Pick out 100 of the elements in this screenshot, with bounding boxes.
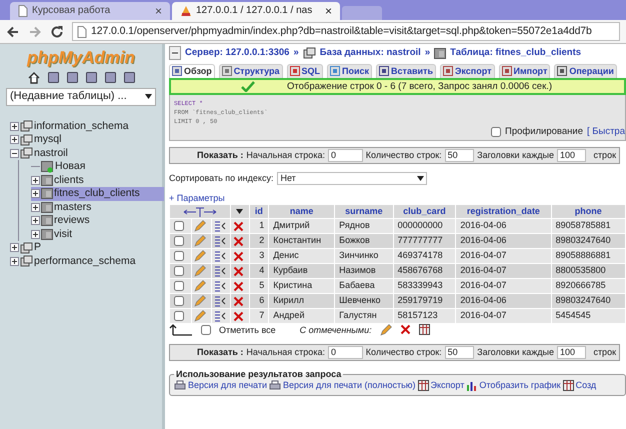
insert-row-icon[interactable] (214, 264, 226, 277)
show-button[interactable]: Показать : (197, 150, 244, 162)
tab[interactable]: Обзор (169, 64, 215, 78)
result-link[interactable]: Версия для печати (188, 380, 268, 391)
number-field[interactable]: 0 (328, 346, 363, 359)
tree-item[interactable]: visit (31, 228, 162, 242)
delete-icon[interactable] (233, 296, 244, 307)
tree-item[interactable]: mysql (10, 133, 162, 147)
quick-edit-link[interactable]: [ Быстра (586, 126, 625, 138)
tree-item[interactable]: Новая (31, 160, 162, 174)
delete-icon[interactable] (233, 236, 244, 247)
tab[interactable]: SQL (286, 64, 324, 78)
number-field[interactable]: 100 (556, 149, 586, 162)
caret-icon[interactable] (145, 94, 152, 100)
expand-icon[interactable] (10, 135, 19, 144)
insert-row-icon[interactable] (214, 220, 226, 232)
result-link[interactable]: Отобразить график (479, 380, 561, 391)
close-button[interactable]: × (324, 4, 332, 18)
delete-icon[interactable] (233, 280, 244, 292)
table-cell-text: 458676768 (396, 264, 444, 278)
tree-item[interactable]: reviews (31, 214, 162, 228)
expand-icon[interactable] (31, 176, 40, 185)
column-header[interactable]: registration_date (456, 204, 551, 218)
result-link[interactable]: Созд (576, 380, 596, 391)
number-field[interactable]: 50 (444, 149, 474, 162)
tree-item[interactable]: masters (31, 200, 162, 214)
row-checkbox[interactable] (174, 296, 184, 306)
expand-icon[interactable] (10, 122, 19, 131)
breadcrumb-link[interactable]: Таблица: fitnes_club_clients (450, 47, 582, 59)
show-button[interactable]: Показать : (197, 347, 244, 358)
sort-select[interactable]: Нет (277, 172, 428, 186)
collapse-icon[interactable] (10, 148, 19, 158)
browser-tab[interactable]: 127.0.0.1 / 127.0.0.1 / nas × (172, 2, 340, 20)
insert-row-icon[interactable] (214, 280, 226, 292)
tab[interactable]: Поиск (327, 64, 372, 78)
tree-item[interactable]: P (10, 241, 162, 255)
tab[interactable]: Операции (554, 64, 617, 78)
result-link[interactable]: Версия для печати (полностью) (283, 380, 416, 391)
expand-icon[interactable] (31, 230, 40, 239)
row-checkbox[interactable] (174, 266, 184, 276)
expand-icon[interactable] (31, 189, 40, 198)
insert-row-icon[interactable] (214, 234, 226, 247)
row-checkbox[interactable] (174, 281, 184, 292)
column-header[interactable]: phone (552, 204, 625, 218)
column-header[interactable]: name (269, 204, 334, 218)
tab[interactable]: Структура (218, 64, 283, 78)
tree-item[interactable]: nastroil (10, 146, 162, 160)
bar-chart-icon[interactable] (466, 380, 478, 391)
row-checkbox[interactable] (174, 236, 184, 246)
column-header[interactable]: club_card (394, 204, 456, 218)
tree-item[interactable]: information_schema (10, 120, 162, 134)
insert-row-icon[interactable] (214, 310, 226, 322)
caret-icon[interactable] (417, 176, 424, 182)
result-link[interactable]: Экспорт (430, 380, 464, 391)
tree-item[interactable]: performance_schema (10, 254, 162, 268)
column-resize-header[interactable] (170, 204, 230, 218)
back-icon[interactable] (6, 24, 20, 38)
delete-icon[interactable] (233, 220, 244, 232)
insert-row-icon[interactable] (214, 250, 226, 262)
column-arrows-icon[interactable] (183, 206, 218, 217)
close-button[interactable]: × (154, 4, 162, 18)
recent-tables-select[interactable]: (Недавние таблицы) ... (6, 88, 156, 106)
options-link[interactable]: + Параметры (169, 193, 225, 204)
delete-icon[interactable] (400, 324, 411, 336)
number-field[interactable]: 100 (556, 346, 586, 359)
sort-label: Сортировать по индексу: (169, 173, 274, 184)
number-field[interactable]: 0 (328, 149, 363, 162)
profiling-checkbox[interactable] (490, 126, 501, 137)
column-header[interactable]: id (250, 204, 268, 218)
collapse-sidebar-icon[interactable] (169, 46, 181, 60)
row-checkbox[interactable] (174, 251, 184, 262)
check-all-checkbox[interactable] (201, 324, 211, 335)
tree-item[interactable]: fitnes_club_clients (31, 187, 164, 201)
breadcrumb-link[interactable]: База данных: nastroil (320, 47, 421, 59)
field-label: Количество строк: (366, 347, 442, 358)
expand-icon[interactable] (10, 256, 19, 266)
expand-icon[interactable] (31, 202, 40, 212)
printer-icon[interactable] (269, 380, 282, 391)
delete-icon[interactable] (233, 310, 244, 322)
printer-icon[interactable] (174, 380, 186, 391)
breadcrumb-link[interactable]: Сервер: 127.0.0.1:3306 (185, 47, 290, 59)
browser-tab[interactable]: Курсовая работа × (10, 2, 170, 20)
column-header[interactable]: surname (335, 204, 393, 218)
tab[interactable]: Вставить (376, 64, 436, 78)
caret-icon[interactable] (236, 209, 244, 214)
row-checkbox[interactable] (174, 311, 184, 322)
insert-row-icon[interactable] (214, 294, 226, 307)
expand-icon[interactable] (10, 243, 19, 252)
expand-icon[interactable] (31, 216, 40, 226)
tab[interactable]: Импорт (498, 64, 550, 78)
address-field[interactable]: 127.0.0.1/openserver/phpmyadmin/index.php?db=nastroil&table=visit&target=sql.php&token=55072e1a4dd7b (72, 22, 620, 41)
tab[interactable]: Экспорт (440, 64, 494, 78)
tree-item[interactable]: clients (31, 174, 162, 188)
check-all-label[interactable]: Отметить все (219, 324, 276, 336)
panel-legend: Использование результатов запроса (174, 368, 344, 380)
row-checkbox[interactable] (174, 221, 184, 232)
delete-icon[interactable] (233, 250, 244, 262)
home-icon[interactable] (28, 72, 40, 84)
delete-icon[interactable] (233, 266, 244, 277)
number-field[interactable]: 50 (444, 346, 474, 359)
